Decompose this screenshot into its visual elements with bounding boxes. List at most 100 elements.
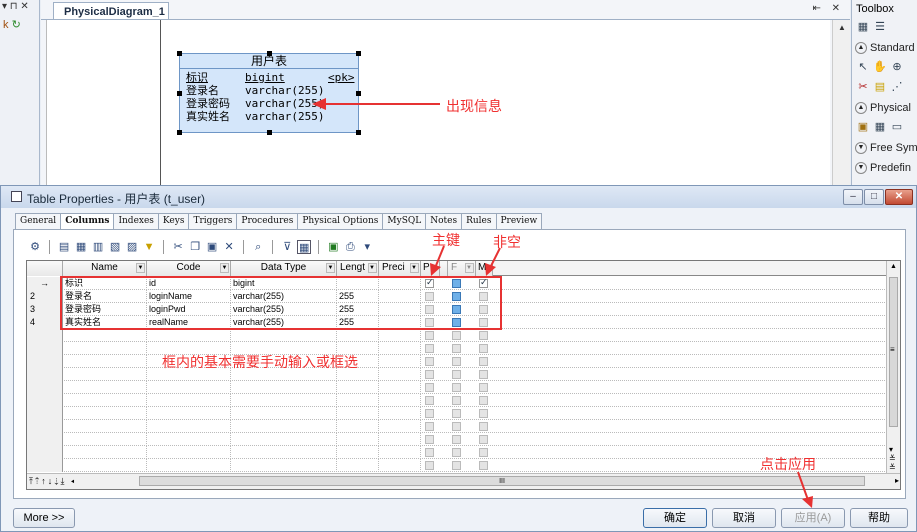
row-header[interactable]: 4 <box>27 316 63 329</box>
checkbox-f[interactable] <box>452 448 461 457</box>
table-row[interactable] <box>27 407 887 420</box>
row-header[interactable] <box>27 355 63 368</box>
column-header-code[interactable]: Code ▼ <box>147 261 231 276</box>
canvas-scrollbar[interactable]: ▲ <box>832 20 850 185</box>
checkbox-m[interactable] <box>479 396 488 405</box>
add-row-icon[interactable]: ▦ <box>74 240 88 254</box>
column-header-foreign[interactable]: F ▼ <box>448 261 476 276</box>
new-folder-icon[interactable]: ▼ <box>142 240 156 254</box>
table-cell-code[interactable] <box>147 407 231 420</box>
table-cell-prec[interactable] <box>379 420 421 433</box>
more-button[interactable]: More >> <box>13 508 75 528</box>
resize-handle[interactable] <box>356 91 361 96</box>
table-cell-name[interactable] <box>63 459 147 472</box>
filter-icon[interactable]: ⊽ <box>280 240 294 254</box>
checkbox-m[interactable] <box>479 422 488 431</box>
table-cell-code[interactable] <box>147 420 231 433</box>
tab-procedures[interactable]: Procedures <box>236 213 299 229</box>
table-icon[interactable]: ▦ <box>873 120 887 134</box>
table-cell-name[interactable] <box>63 381 147 394</box>
print-icon[interactable]: ⎙ <box>343 240 357 254</box>
table-cell-name[interactable] <box>63 407 147 420</box>
table-cell-code[interactable] <box>147 446 231 459</box>
table-cell-prec[interactable] <box>379 329 421 342</box>
find-icon[interactable]: ⌕ <box>251 240 265 254</box>
scroll-thumb[interactable]: III <box>139 476 865 486</box>
checkbox-f[interactable] <box>452 409 461 418</box>
table-cell-prec[interactable] <box>379 381 421 394</box>
checkbox-p[interactable] <box>425 435 434 444</box>
table-cell-type[interactable] <box>231 329 337 342</box>
maximize-button[interactable]: □ <box>864 189 884 205</box>
row-header[interactable]: 2 <box>27 290 63 303</box>
row-header[interactable] <box>27 342 63 355</box>
checkbox-m[interactable] <box>479 461 488 470</box>
table-cell-name[interactable] <box>63 355 147 368</box>
table-row[interactable] <box>27 394 887 407</box>
table-cell-prec[interactable] <box>379 342 421 355</box>
tab-keys[interactable]: Keys <box>157 213 190 229</box>
row-header[interactable] <box>27 394 63 407</box>
checkbox-m[interactable] <box>479 435 488 444</box>
table-cell-length[interactable] <box>337 329 379 342</box>
table-cell-prec[interactable] <box>379 355 421 368</box>
checkbox-f[interactable] <box>452 357 461 366</box>
row-header[interactable] <box>27 329 63 342</box>
resize-handle[interactable] <box>267 130 272 135</box>
apply-button[interactable]: 应用(A) <box>781 508 845 528</box>
checkbox-p[interactable] <box>425 331 434 340</box>
toolbox-section-standard[interactable]: ▲ Standard <box>852 38 917 58</box>
tab-notes[interactable]: Notes <box>425 213 463 229</box>
tab-triggers[interactable]: Triggers <box>188 213 238 229</box>
scroll-up-arrow-icon[interactable]: ▲ <box>887 261 900 270</box>
column-header-primary[interactable]: P <box>421 261 440 276</box>
row-header[interactable] <box>27 446 63 459</box>
table-cell-name[interactable] <box>63 420 147 433</box>
tab-preview[interactable]: Preview <box>495 213 543 229</box>
column-header-mandatory[interactable]: M <box>476 261 493 276</box>
tab-controls[interactable]: ⇤ ✕ <box>812 3 844 14</box>
checkbox-m[interactable] <box>479 448 488 457</box>
resize-handle[interactable] <box>356 51 361 56</box>
table-cell-length[interactable] <box>337 433 379 446</box>
customize-columns-icon[interactable]: ▦ <box>297 240 312 254</box>
table-cell-type[interactable] <box>231 459 337 472</box>
checkbox-m[interactable] <box>479 344 488 353</box>
checkbox-m[interactable] <box>479 370 488 379</box>
scroll-up-arrow-icon[interactable]: ▲ <box>833 20 851 36</box>
tab-general[interactable]: General <box>15 213 62 229</box>
toolbox-section-predefined[interactable]: ▼ Predefin <box>852 158 917 178</box>
table-row[interactable] <box>27 342 887 355</box>
checkbox-p[interactable] <box>425 448 434 457</box>
filter-dropdown-icon[interactable]: ▼ <box>326 263 335 273</box>
table-row[interactable] <box>27 368 887 381</box>
table-cell-prec[interactable] <box>379 407 421 420</box>
checkbox-p[interactable] <box>425 409 434 418</box>
table-cell-code[interactable] <box>147 459 231 472</box>
table-cell-length[interactable] <box>337 459 379 472</box>
filter-dropdown-icon[interactable]: ▼ <box>465 263 474 273</box>
package-icon[interactable]: ▣ <box>856 120 870 134</box>
reuse-icon[interactable]: ▨ <box>125 240 139 254</box>
checkbox-p[interactable] <box>425 422 434 431</box>
table-cell-type[interactable] <box>231 407 337 420</box>
tab-indexes[interactable]: Indexes <box>113 213 159 229</box>
dropdown-arrow-icon[interactable]: ▾ <box>360 240 374 254</box>
ok-button[interactable]: 确定 <box>643 508 707 528</box>
resize-handle[interactable] <box>177 51 182 56</box>
minimize-button[interactable]: – <box>843 189 863 205</box>
row-header[interactable] <box>27 407 63 420</box>
table-cell-type[interactable] <box>231 381 337 394</box>
grid-horizontal-scrollbar[interactable]: ⤒⇡↑↓⇣⤓ ◂ III ▸ <box>27 473 900 489</box>
table-cell-length[interactable] <box>337 394 379 407</box>
table-row[interactable] <box>27 355 887 368</box>
checkbox-f[interactable] <box>452 331 461 340</box>
tab-mysql[interactable]: MySQL <box>382 213 427 229</box>
paste-icon[interactable]: ▣ <box>205 240 219 254</box>
table-cell-code[interactable] <box>147 394 231 407</box>
tab-physical-options[interactable]: Physical Options <box>297 213 384 229</box>
row-header[interactable] <box>27 368 63 381</box>
properties-icon[interactable]: ⚙ <box>28 240 42 254</box>
column-header-precision[interactable]: Preci ▼ <box>379 261 421 276</box>
table-row[interactable] <box>27 381 887 394</box>
